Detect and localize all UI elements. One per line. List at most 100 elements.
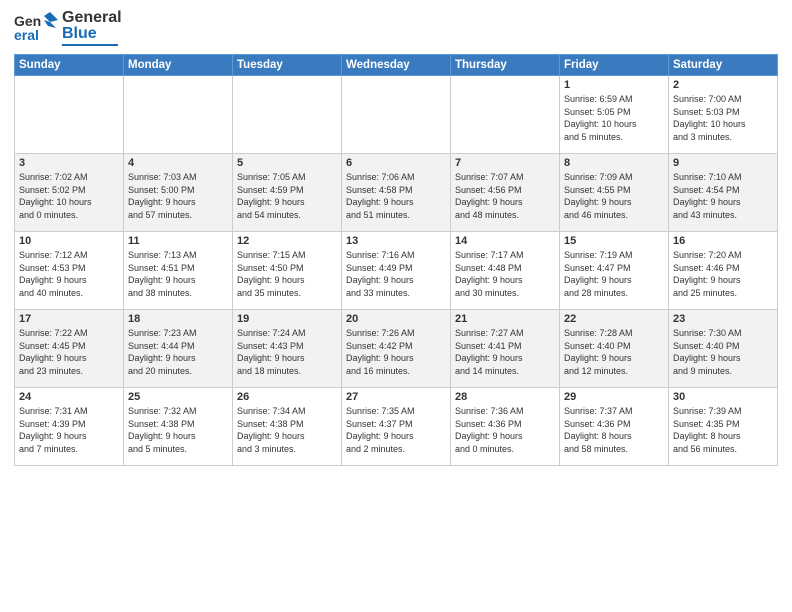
- day-info: Sunrise: 7:34 AM Sunset: 4:38 PM Dayligh…: [237, 405, 337, 455]
- day-info: Sunrise: 7:35 AM Sunset: 4:37 PM Dayligh…: [346, 405, 446, 455]
- day-number: 6: [346, 157, 446, 169]
- calendar-table: SundayMondayTuesdayWednesdayThursdayFrid…: [14, 54, 778, 466]
- day-number: 21: [455, 313, 555, 325]
- day-number: 5: [237, 157, 337, 169]
- day-info: Sunrise: 7:10 AM Sunset: 4:54 PM Dayligh…: [673, 171, 773, 221]
- day-info: Sunrise: 7:03 AM Sunset: 5:00 PM Dayligh…: [128, 171, 228, 221]
- day-info: Sunrise: 7:30 AM Sunset: 4:40 PM Dayligh…: [673, 327, 773, 377]
- day-info: Sunrise: 7:13 AM Sunset: 4:51 PM Dayligh…: [128, 249, 228, 299]
- calendar-cell: 9 Sunrise: 7:10 AM Sunset: 4:54 PM Daylig…: [669, 154, 778, 232]
- calendar-cell: 22 Sunrise: 7:28 AM Sunset: 4:40 PM Dayli…: [560, 310, 669, 388]
- day-info: Sunrise: 7:00 AM Sunset: 5:03 PM Dayligh…: [673, 93, 773, 143]
- day-number: 18: [128, 313, 228, 325]
- calendar-cell: [124, 76, 233, 154]
- day-number: 15: [564, 235, 664, 247]
- calendar-cell: [451, 76, 560, 154]
- day-number: 20: [346, 313, 446, 325]
- calendar-cell: 20 Sunrise: 7:26 AM Sunset: 4:42 PM Dayli…: [342, 310, 451, 388]
- calendar-cell: [342, 76, 451, 154]
- weekday-header-sunday: Sunday: [15, 55, 124, 76]
- weekday-header-friday: Friday: [560, 55, 669, 76]
- day-number: 11: [128, 235, 228, 247]
- calendar-cell: 3Sunrise: 7:02 AM Sunset: 5:02 PM Daylig…: [15, 154, 124, 232]
- day-info: Sunrise: 7:32 AM Sunset: 4:38 PM Dayligh…: [128, 405, 228, 455]
- calendar-cell: 8 Sunrise: 7:09 AM Sunset: 4:55 PM Daylig…: [560, 154, 669, 232]
- day-number: 22: [564, 313, 664, 325]
- day-number: 23: [673, 313, 773, 325]
- day-number: 13: [346, 235, 446, 247]
- day-info: Sunrise: 7:22 AM Sunset: 4:45 PM Dayligh…: [19, 327, 119, 377]
- weekday-header-wednesday: Wednesday: [342, 55, 451, 76]
- day-number: 7: [455, 157, 555, 169]
- day-info: Sunrise: 7:37 AM Sunset: 4:36 PM Dayligh…: [564, 405, 664, 455]
- day-info: Sunrise: 6:59 AM Sunset: 5:05 PM Dayligh…: [564, 93, 664, 143]
- week-row-3: 10Sunrise: 7:12 AM Sunset: 4:53 PM Dayli…: [15, 232, 778, 310]
- calendar-cell: 10Sunrise: 7:12 AM Sunset: 4:53 PM Dayli…: [15, 232, 124, 310]
- weekday-header-tuesday: Tuesday: [233, 55, 342, 76]
- calendar-cell: 4 Sunrise: 7:03 AM Sunset: 5:00 PM Daylig…: [124, 154, 233, 232]
- day-info: Sunrise: 7:23 AM Sunset: 4:44 PM Dayligh…: [128, 327, 228, 377]
- calendar-cell: 18 Sunrise: 7:23 AM Sunset: 4:44 PM Dayli…: [124, 310, 233, 388]
- calendar-cell: 26 Sunrise: 7:34 AM Sunset: 4:38 PM Dayli…: [233, 388, 342, 466]
- day-number: 26: [237, 391, 337, 403]
- day-info: Sunrise: 7:19 AM Sunset: 4:47 PM Dayligh…: [564, 249, 664, 299]
- calendar-cell: 29 Sunrise: 7:37 AM Sunset: 4:36 PM Dayli…: [560, 388, 669, 466]
- day-number: 4: [128, 157, 228, 169]
- calendar-cell: 6 Sunrise: 7:06 AM Sunset: 4:58 PM Daylig…: [342, 154, 451, 232]
- calendar-cell: 11 Sunrise: 7:13 AM Sunset: 4:51 PM Dayli…: [124, 232, 233, 310]
- day-info: Sunrise: 7:28 AM Sunset: 4:40 PM Dayligh…: [564, 327, 664, 377]
- calendar-cell: 13 Sunrise: 7:16 AM Sunset: 4:49 PM Dayli…: [342, 232, 451, 310]
- calendar-cell: 21 Sunrise: 7:27 AM Sunset: 4:41 PM Dayli…: [451, 310, 560, 388]
- calendar-cell: 19 Sunrise: 7:24 AM Sunset: 4:43 PM Dayli…: [233, 310, 342, 388]
- day-number: 29: [564, 391, 664, 403]
- day-info: Sunrise: 7:31 AM Sunset: 4:39 PM Dayligh…: [19, 405, 119, 455]
- calendar-cell: 14 Sunrise: 7:17 AM Sunset: 4:48 PM Dayli…: [451, 232, 560, 310]
- calendar-cell: 1 Sunrise: 6:59 AM Sunset: 5:05 PM Daylig…: [560, 76, 669, 154]
- calendar-cell: 17Sunrise: 7:22 AM Sunset: 4:45 PM Dayli…: [15, 310, 124, 388]
- logo: Gen eral General Blue: [14, 10, 122, 46]
- day-info: Sunrise: 7:39 AM Sunset: 4:35 PM Dayligh…: [673, 405, 773, 455]
- day-info: Sunrise: 7:09 AM Sunset: 4:55 PM Dayligh…: [564, 171, 664, 221]
- day-number: 25: [128, 391, 228, 403]
- calendar-cell: 28 Sunrise: 7:36 AM Sunset: 4:36 PM Dayli…: [451, 388, 560, 466]
- page: Gen eral General Blue: [0, 0, 792, 612]
- day-number: 28: [455, 391, 555, 403]
- day-info: Sunrise: 7:26 AM Sunset: 4:42 PM Dayligh…: [346, 327, 446, 377]
- day-number: 10: [19, 235, 119, 247]
- week-row-5: 24Sunrise: 7:31 AM Sunset: 4:39 PM Dayli…: [15, 388, 778, 466]
- day-info: Sunrise: 7:07 AM Sunset: 4:56 PM Dayligh…: [455, 171, 555, 221]
- week-row-1: 1 Sunrise: 6:59 AM Sunset: 5:05 PM Daylig…: [15, 76, 778, 154]
- day-number: 14: [455, 235, 555, 247]
- day-info: Sunrise: 7:06 AM Sunset: 4:58 PM Dayligh…: [346, 171, 446, 221]
- day-info: Sunrise: 7:20 AM Sunset: 4:46 PM Dayligh…: [673, 249, 773, 299]
- day-number: 27: [346, 391, 446, 403]
- day-info: Sunrise: 7:27 AM Sunset: 4:41 PM Dayligh…: [455, 327, 555, 377]
- day-number: 19: [237, 313, 337, 325]
- svg-text:eral: eral: [14, 27, 39, 43]
- calendar-cell: 7 Sunrise: 7:07 AM Sunset: 4:56 PM Daylig…: [451, 154, 560, 232]
- day-number: 3: [19, 157, 119, 169]
- calendar-cell: 25 Sunrise: 7:32 AM Sunset: 4:38 PM Dayli…: [124, 388, 233, 466]
- weekday-header-row: SundayMondayTuesdayWednesdayThursdayFrid…: [15, 55, 778, 76]
- calendar-cell: 2 Sunrise: 7:00 AM Sunset: 5:03 PM Daylig…: [669, 76, 778, 154]
- day-info: Sunrise: 7:16 AM Sunset: 4:49 PM Dayligh…: [346, 249, 446, 299]
- day-number: 2: [673, 79, 773, 91]
- day-number: 12: [237, 235, 337, 247]
- calendar-cell: [233, 76, 342, 154]
- header: Gen eral General Blue: [14, 10, 778, 46]
- day-info: Sunrise: 7:36 AM Sunset: 4:36 PM Dayligh…: [455, 405, 555, 455]
- day-number: 1: [564, 79, 664, 91]
- day-number: 30: [673, 391, 773, 403]
- weekday-header-thursday: Thursday: [451, 55, 560, 76]
- day-number: 16: [673, 235, 773, 247]
- calendar-cell: 16 Sunrise: 7:20 AM Sunset: 4:46 PM Dayli…: [669, 232, 778, 310]
- calendar-cell: 24Sunrise: 7:31 AM Sunset: 4:39 PM Dayli…: [15, 388, 124, 466]
- day-info: Sunrise: 7:24 AM Sunset: 4:43 PM Dayligh…: [237, 327, 337, 377]
- calendar-cell: 23 Sunrise: 7:30 AM Sunset: 4:40 PM Dayli…: [669, 310, 778, 388]
- calendar-cell: 15 Sunrise: 7:19 AM Sunset: 4:47 PM Dayli…: [560, 232, 669, 310]
- day-number: 9: [673, 157, 773, 169]
- weekday-header-monday: Monday: [124, 55, 233, 76]
- day-info: Sunrise: 7:17 AM Sunset: 4:48 PM Dayligh…: [455, 249, 555, 299]
- day-info: Sunrise: 7:15 AM Sunset: 4:50 PM Dayligh…: [237, 249, 337, 299]
- day-number: 8: [564, 157, 664, 169]
